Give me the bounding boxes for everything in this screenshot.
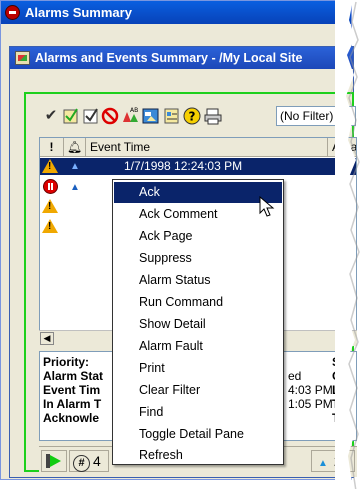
detail-label-in-alarm-time: In Alarm T [43,397,102,411]
torn-edge-decoration [335,0,360,489]
detail-label-priority: Priority: [43,355,90,369]
bell-icon: 🔔︎ [66,140,83,154]
scroll-left-button[interactable]: ◀ [40,332,54,345]
list-header: ! 🔔︎ Event Time Area [40,138,356,157]
bell-icon: ▲ [318,458,328,469]
context-menu: Ack Ack Comment Ack Page Suppress Alarm … [112,179,284,465]
menu-item-alarm-status[interactable]: Alarm Status [114,270,282,291]
menu-item-show-detail[interactable]: Show Detail [114,314,282,335]
menu-item-run-command[interactable]: Run Command [114,292,282,313]
detail-label-alarm-status: Alarm Stat [43,369,104,383]
menu-item-alarm-fault[interactable]: Alarm Fault [114,336,282,357]
outer-title-bar[interactable]: Alarms Summary [1,1,351,24]
svg-text:?: ? [189,110,196,124]
menu-item-ack[interactable]: Ack [114,182,282,203]
print-icon[interactable] [204,107,222,125]
detail-value-in-alarm-time: 1:05 PM [288,397,333,411]
menu-item-suppress[interactable]: Suppress [114,248,282,269]
detail-label-acknowledge: Acknowle [43,411,100,425]
detail-value-event-time: 4:03 PM [288,383,333,397]
menu-item-print[interactable]: Print [114,358,282,379]
status-panel-connection [41,450,67,472]
warning-icon: ! [42,159,58,173]
detail-icon[interactable] [163,107,181,125]
connection-icon [46,454,61,468]
bell-icon: ▲ [70,161,80,172]
detail-value-status: ed [288,369,302,383]
alarm-summary-icon [15,51,30,65]
inner-title-bar[interactable]: Alarms and Events Summary - /My Local Si… [10,47,353,69]
table-row[interactable]: ! ▲ 1/7/1998 12:24:03 PM [40,158,356,175]
menu-item-clear-filter[interactable]: Clear Filter [114,380,282,401]
event-time-cell: 1/7/1998 12:24:03 PM [124,159,243,173]
menu-item-ack-comment[interactable]: Ack Comment [114,204,282,225]
menu-item-find[interactable]: Find [114,402,282,423]
warning-icon: ! [42,199,58,213]
count-icon: # [73,455,90,472]
bell-icon: ▲ [70,182,80,193]
menu-item-ack-page[interactable]: Ack Page [114,226,282,247]
menu-item-toggle-detail-pane[interactable]: Toggle Detail Pane [114,424,282,445]
ack-visible-icon[interactable] [82,107,100,125]
inner-window-title: Alarms and Events Summary - /My Local Si… [35,51,303,65]
checkmark-icon[interactable]: ✔ [42,107,60,125]
detail-label-event-time: Event Tim [43,383,101,397]
count-value: 4 [93,453,101,469]
no-entry-icon[interactable] [101,107,119,125]
outer-window-title: Alarms Summary [25,5,132,20]
mouse-cursor-icon [259,196,275,217]
menu-item-refresh[interactable]: Refresh [114,446,282,464]
filter-icon[interactable]: AB [121,107,139,125]
column-priority[interactable]: ! [40,138,64,156]
ack-page-icon[interactable] [62,107,80,125]
warning-icon: ! [42,219,58,233]
critical-alarm-icon [43,179,58,194]
status-panel-count: #4 [69,450,109,472]
svg-text:AB: AB [130,107,138,114]
column-event-time[interactable]: Event Time [86,138,328,156]
help-icon[interactable]: ? [183,107,201,125]
app-icon [5,5,20,20]
summary-icon[interactable] [142,107,160,125]
column-bell[interactable]: 🔔︎ [64,138,86,156]
